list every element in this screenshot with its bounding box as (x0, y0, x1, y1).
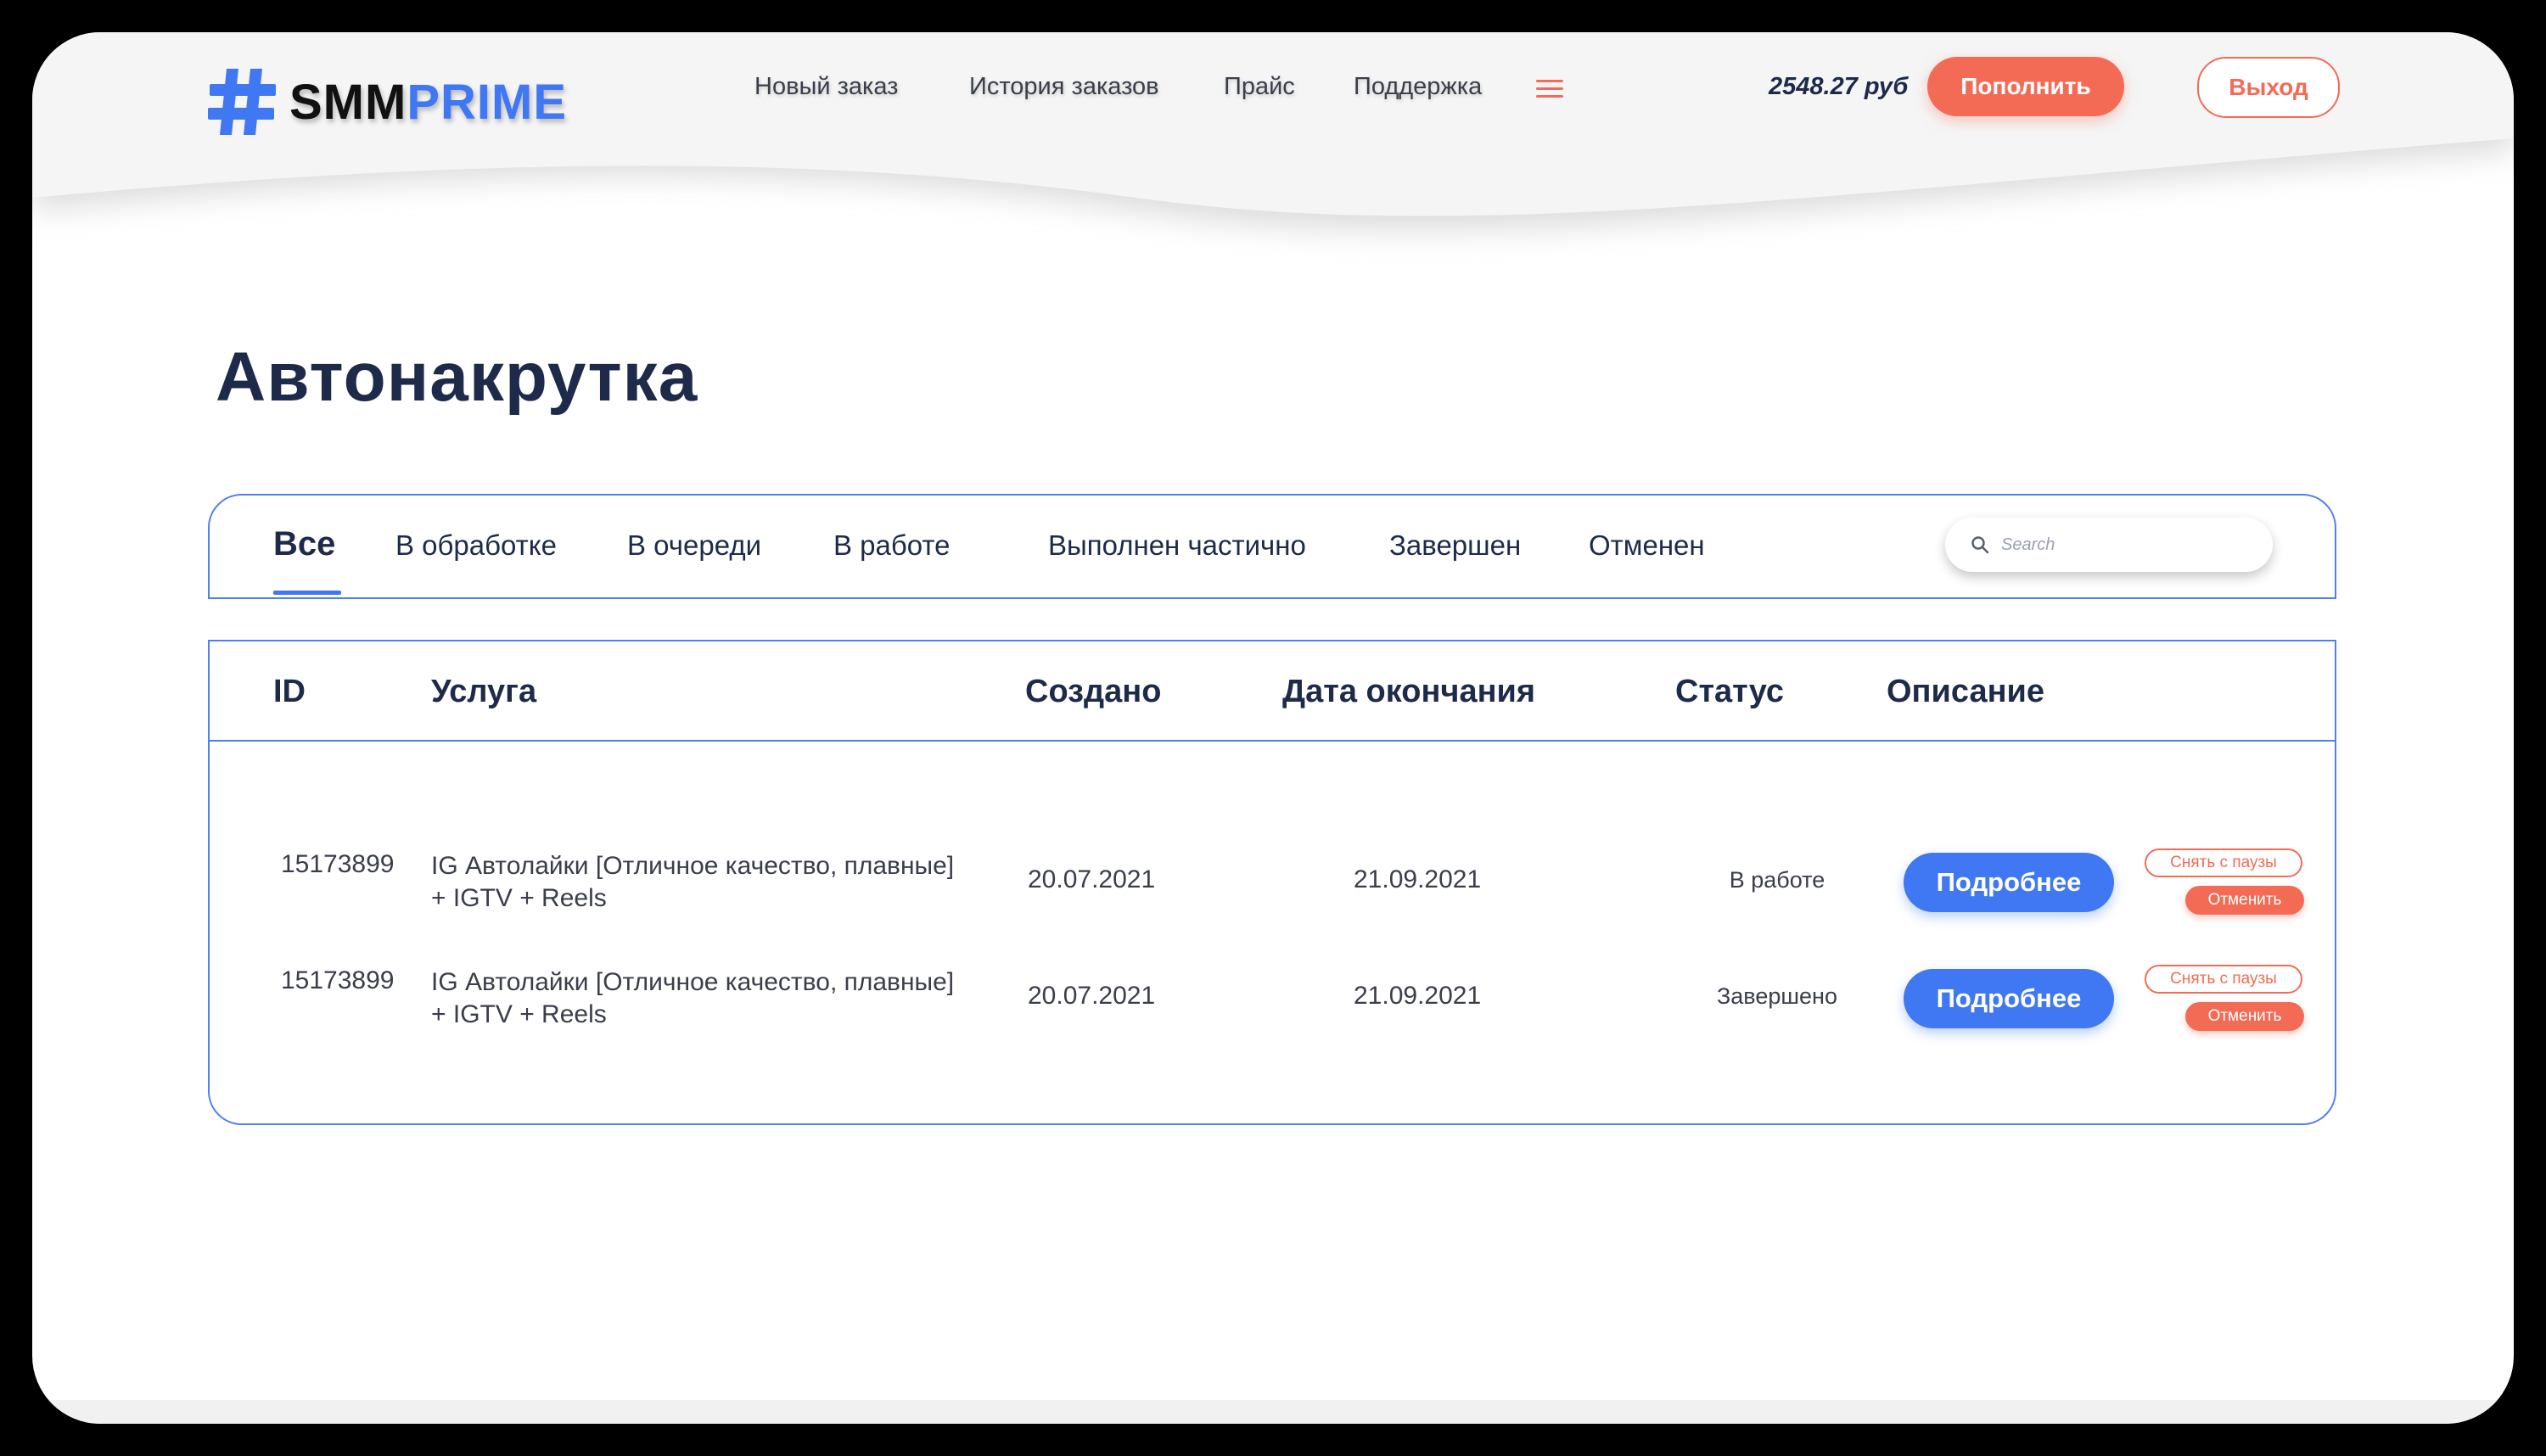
details-button[interactable]: Подробнее (1904, 853, 2114, 912)
tab-completed[interactable]: Завершен (1389, 529, 1521, 562)
tab-processing[interactable]: В обработке (395, 529, 557, 562)
column-header-status: Статус (1675, 674, 1785, 709)
tab-partial[interactable]: Выполнен частично (1048, 529, 1306, 562)
column-header-service: Услуга (431, 674, 537, 709)
balance: 2548.27 руб (1769, 73, 1909, 100)
column-header-end-date: Дата окончания (1282, 674, 1536, 709)
nav-price[interactable]: Прайс (1224, 73, 1295, 101)
row-id: 15173899 (281, 966, 395, 994)
details-button[interactable]: Подробнее (1904, 969, 2114, 1028)
topup-button[interactable]: Пополнить (1927, 57, 2124, 116)
row-service: IG Автолайки [Отличное качество, плавные… (431, 852, 955, 912)
hashtag-logo-icon (208, 69, 276, 135)
footer-band (32, 1400, 2514, 1424)
cancel-order-button[interactable]: Отменить (2185, 886, 2304, 915)
logo-text-smm: SMM (289, 74, 407, 130)
column-header-id: ID (273, 674, 306, 709)
logo-text-prime: PRIME (407, 74, 568, 130)
row-end-date: 21.09.2021 (1354, 982, 1482, 1010)
row-status: В работе (1729, 867, 1825, 893)
search-input[interactable] (1999, 534, 2257, 556)
nav-order-history[interactable]: История заказов (969, 73, 1159, 101)
search-icon (1971, 536, 1989, 554)
exit-button[interactable]: Выход (2197, 57, 2340, 118)
orders-table: ID Услуга Создано Дата окончания Статус … (208, 640, 2336, 1125)
unpause-button[interactable]: Снять с паузы (2145, 848, 2302, 877)
tab-cancelled[interactable]: Отменен (1589, 529, 1705, 562)
tab-in-progress[interactable]: В работе (833, 529, 951, 562)
nav-new-order[interactable]: Новый заказ (754, 73, 898, 101)
column-header-created: Создано (1025, 674, 1162, 709)
hamburger-menu-icon[interactable] (1536, 80, 1563, 102)
row-created: 20.07.2021 (1028, 982, 1156, 1010)
row-id: 15173899 (281, 850, 395, 878)
row-end-date: 21.09.2021 (1354, 865, 1482, 893)
app-window: SMMPRIME Новый заказ История заказов Пра… (32, 32, 2514, 1424)
row-status: Завершено (1716, 983, 1837, 1009)
logo-text: SMMPRIME (289, 74, 567, 131)
cancel-order-button[interactable]: Отменить (2185, 1002, 2304, 1031)
tab-all[interactable]: Все (273, 525, 335, 563)
column-header-description: Описание (1887, 674, 2045, 709)
search-box[interactable] (1945, 518, 2273, 572)
page-title: Автонакрутка (216, 339, 698, 416)
tab-queued[interactable]: В очереди (627, 529, 761, 562)
unpause-button[interactable]: Снять с паузы (2145, 965, 2302, 994)
row-service: IG Автолайки [Отличное качество, плавные… (431, 968, 955, 1028)
header-divider (210, 740, 2335, 742)
row-created: 20.07.2021 (1028, 865, 1156, 893)
logo[interactable]: SMMPRIME (206, 51, 567, 153)
active-tab-indicator (273, 591, 341, 595)
status-tabs-bar: Все В обработке В очереди В работе Выпол… (208, 494, 2336, 599)
nav-support[interactable]: Поддержка (1354, 73, 1482, 101)
